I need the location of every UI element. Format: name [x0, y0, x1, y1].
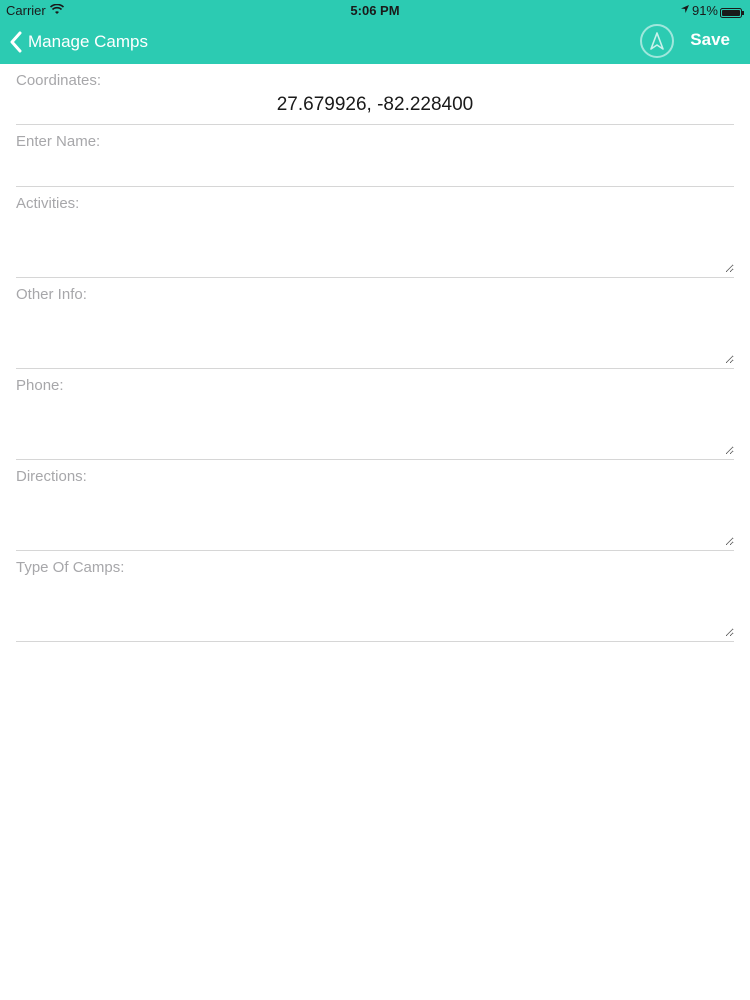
phone-row: Phone:: [16, 369, 734, 460]
chevron-left-icon: [10, 31, 22, 53]
directions-label: Directions:: [16, 468, 87, 485]
name-label: Enter Name:: [16, 133, 101, 150]
navigation-bar: Manage Camps Save: [0, 20, 750, 64]
directions-row: Directions:: [16, 460, 734, 551]
back-button[interactable]: Manage Camps: [8, 28, 148, 56]
phone-label: Phone:: [16, 377, 64, 394]
top-bar: Carrier 5:06 PM 91% Manage Camps Save: [0, 0, 750, 64]
activities-row: Activities:: [16, 187, 734, 278]
camp-form: Coordinates: 27.679926, -82.228400 Enter…: [0, 64, 750, 642]
activities-input[interactable]: [16, 217, 734, 273]
activities-label: Activities:: [16, 195, 80, 212]
phone-input[interactable]: [16, 399, 734, 455]
coordinates-label: Coordinates:: [16, 72, 102, 89]
name-input[interactable]: [16, 155, 734, 182]
status-time: 5:06 PM: [350, 3, 400, 18]
coordinates-row: Coordinates: 27.679926, -82.228400: [16, 64, 734, 125]
other-info-input[interactable]: [16, 308, 734, 364]
battery-percent: 91%: [691, 3, 718, 18]
name-row: Enter Name:: [16, 125, 734, 187]
coordinates-value: 27.679926, -82.228400: [276, 94, 474, 115]
location-services-icon: [680, 3, 690, 17]
type-of-camps-label: Type Of Camps:: [16, 559, 125, 576]
type-of-camps-input[interactable]: [16, 581, 734, 637]
directions-input[interactable]: [16, 490, 734, 546]
location-arrow-icon[interactable]: [640, 24, 674, 58]
other-info-row: Other Info:: [16, 278, 734, 369]
save-button[interactable]: Save: [690, 30, 730, 50]
status-bar: Carrier 5:06 PM 91%: [0, 0, 750, 20]
other-info-label: Other Info:: [16, 286, 87, 303]
battery-icon: [720, 6, 744, 18]
type-of-camps-row: Type Of Camps:: [16, 551, 734, 642]
back-button-label: Manage Camps: [28, 32, 149, 51]
